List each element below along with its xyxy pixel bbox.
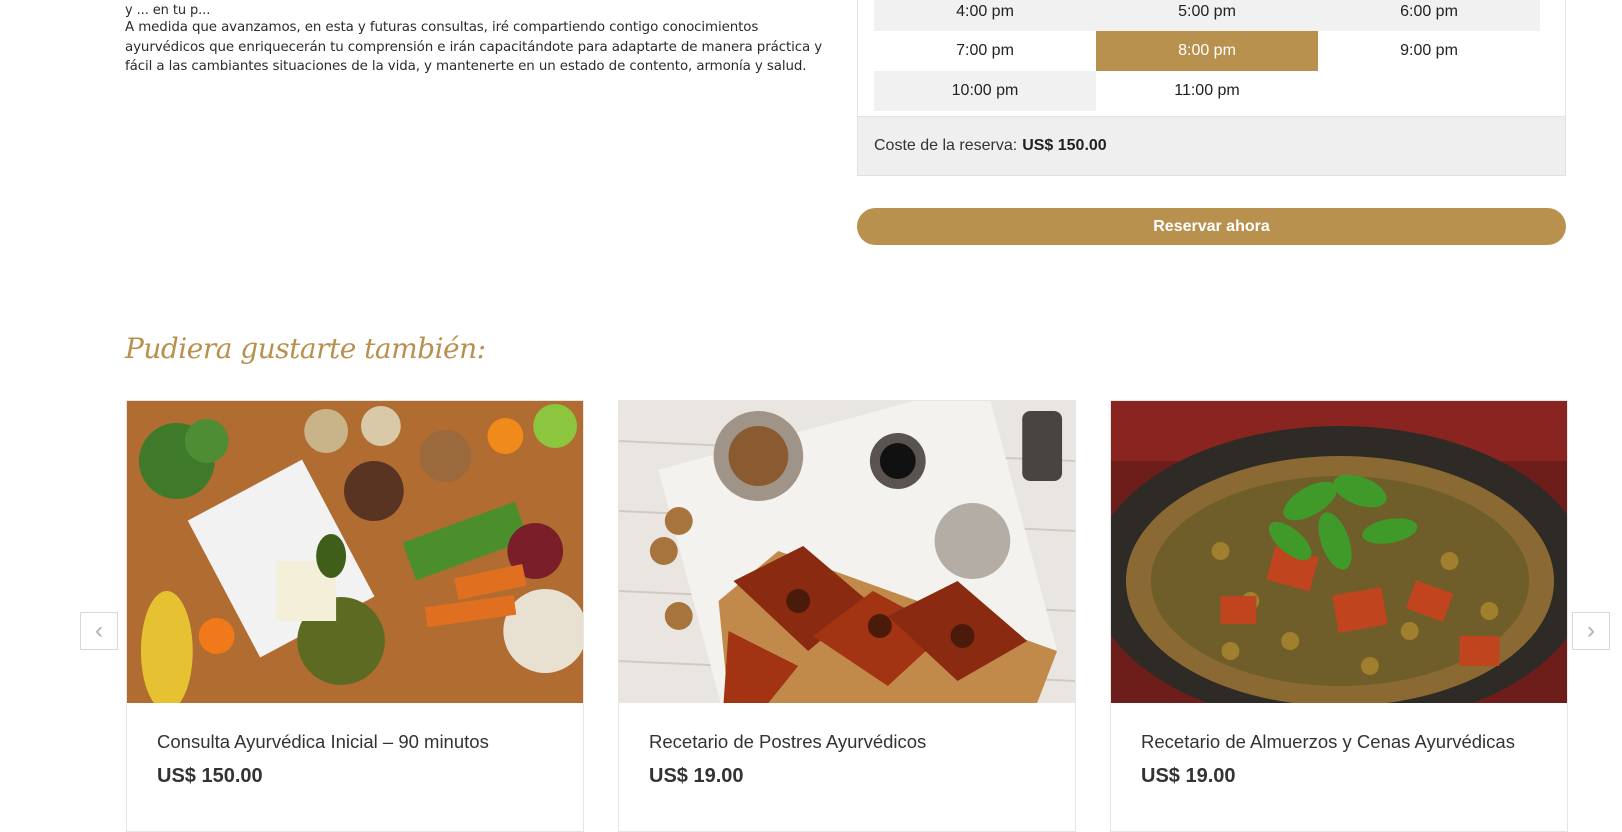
product-card-almuerzos[interactable]: Recetario de Almuerzos y Cenas Ayurvédic… [1110, 400, 1568, 832]
time-slot[interactable]: 4:00 pm [874, 0, 1096, 31]
time-slot[interactable]: 9:00 pm [1318, 31, 1540, 71]
carousel-prev-button[interactable]: ‹ [80, 612, 118, 650]
product-card-postres[interactable]: Recetario de Postres Ayurvédicos US$ 19.… [618, 400, 1076, 832]
product-card-consulta[interactable]: Consulta Ayurvédica Inicial – 90 minutos… [126, 400, 584, 832]
consultation-description: y ... en tu p... A medida que avanzamos,… [125, 3, 835, 77]
booking-panel: 4:00 pm 5:00 pm 6:00 pm 7:00 pm 8:00 pm 9:00 … [857, 0, 1566, 176]
chevron-left-icon: ‹ [95, 617, 103, 644]
product-image-dessert[interactable] [619, 401, 1075, 703]
time-slot[interactable]: 7:00 pm [874, 31, 1096, 71]
time-slot[interactable]: 5:00 pm [1096, 0, 1318, 31]
product-price: US$ 19.00 [1141, 765, 1236, 787]
cost-label: Coste de la reserva: [874, 137, 1018, 154]
reserve-now-button[interactable]: Reservar ahora [857, 208, 1566, 245]
chevron-right-icon: › [1587, 617, 1595, 644]
description-paragraph: A medida que avanzamos, en esta y futura… [125, 20, 823, 74]
product-price: US$ 150.00 [157, 765, 263, 787]
time-slot[interactable]: 11:00 pm [1096, 71, 1318, 111]
product-image-stew[interactable] [1111, 401, 1567, 703]
time-slot[interactable]: 6:00 pm [1318, 0, 1540, 31]
time-slot[interactable]: 10:00 pm [874, 71, 1096, 111]
description-cut-line: y ... en tu p... [125, 3, 211, 18]
booking-cost: Coste de la reserva: US$ 150.00 [858, 116, 1565, 175]
time-slot[interactable]: 8:00 pm [1096, 31, 1318, 71]
product-price: US$ 19.00 [649, 765, 744, 787]
carousel-next-button[interactable]: › [1572, 612, 1610, 650]
related-section-title: Pudiera gustarte también: [125, 332, 486, 365]
time-slot-grid: 4:00 pm 5:00 pm 6:00 pm 7:00 pm 8:00 pm 9:00 … [874, 0, 1540, 111]
cost-value: US$ 150.00 [1022, 137, 1107, 154]
product-title[interactable]: Recetario de Postres Ayurvédicos [649, 731, 926, 753]
product-title[interactable]: Recetario de Almuerzos y Cenas Ayurvédic… [1141, 731, 1515, 753]
product-title[interactable]: Consulta Ayurvédica Inicial – 90 minutos [157, 731, 489, 753]
product-image-vegetables[interactable] [127, 401, 583, 703]
